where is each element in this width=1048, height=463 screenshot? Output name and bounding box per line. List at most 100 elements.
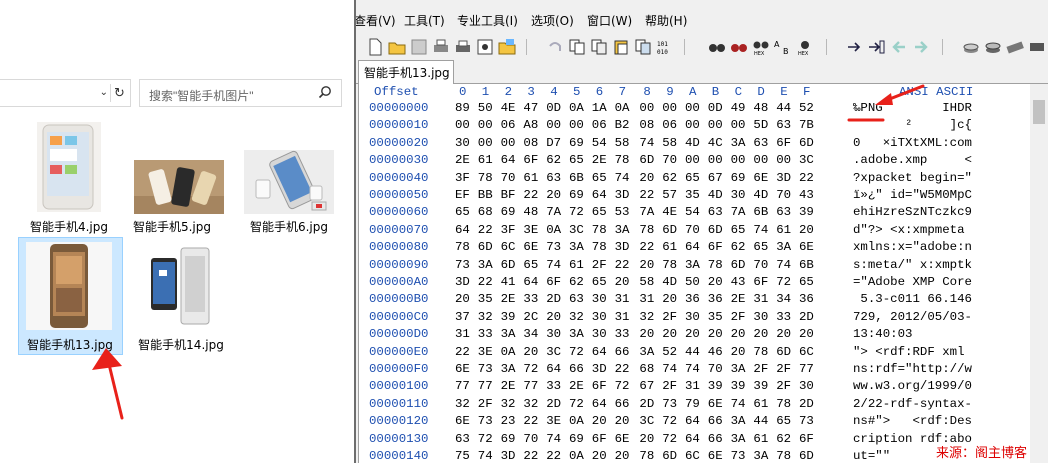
hex-byte[interactable]: 20 xyxy=(685,327,700,341)
hex-byte[interactable]: 22 xyxy=(478,275,493,289)
new-file-icon[interactable] xyxy=(366,38,384,56)
hex-byte[interactable]: 78 xyxy=(776,449,791,463)
hex-byte[interactable]: 58 xyxy=(615,136,630,150)
hex-byte[interactable]: 6D xyxy=(799,449,814,463)
hex-byte[interactable]: 3D xyxy=(776,171,791,185)
hex-byte[interactable]: 20 xyxy=(639,432,654,446)
hex-byte[interactable]: 72 xyxy=(615,379,630,393)
hex-byte[interactable]: 61 xyxy=(523,171,538,185)
hex-byte[interactable]: 74 xyxy=(546,432,561,446)
hex-byte[interactable]: 74 xyxy=(662,362,677,376)
chevron-down-icon[interactable]: ⌄ xyxy=(100,87,108,98)
hex-byte[interactable]: 6D xyxy=(501,258,516,272)
hex-byte[interactable]: 6D xyxy=(662,449,677,463)
hex-byte[interactable]: 78 xyxy=(708,258,723,272)
hex-byte[interactable]: 32 xyxy=(478,310,493,324)
hex-byte[interactable]: 00 xyxy=(776,153,791,167)
hex-byte[interactable]: 36 xyxy=(685,292,700,306)
hex-byte[interactable]: 35 xyxy=(478,292,493,306)
print-preview-icon[interactable] xyxy=(454,38,472,56)
hex-byte[interactable]: 62 xyxy=(546,153,561,167)
hex-byte[interactable]: 3C xyxy=(799,153,814,167)
hex-byte[interactable]: 78 xyxy=(455,240,470,254)
hex-byte[interactable]: EF xyxy=(455,188,470,202)
hex-byte[interactable]: 3A xyxy=(731,136,746,150)
hex-byte[interactable]: 78 xyxy=(639,223,654,237)
hex-byte[interactable]: 39 xyxy=(799,205,814,219)
hex-byte[interactable]: 63 xyxy=(776,118,791,132)
hex-byte[interactable]: 6B xyxy=(569,171,584,185)
hex-byte[interactable]: 00 xyxy=(546,118,561,132)
ascii-text[interactable]: ="Adobe XMP Core xyxy=(853,275,972,289)
hex-byte[interactable]: 54 xyxy=(592,136,607,150)
hex-byte[interactable]: 3A xyxy=(753,449,768,463)
hex-byte[interactable]: 00 xyxy=(708,118,723,132)
hex-byte[interactable]: 72 xyxy=(569,205,584,219)
ascii-text[interactable]: .adobe.xmp < xyxy=(853,153,972,167)
paste-special-icon[interactable] xyxy=(612,38,630,56)
ascii-text[interactable]: ‰PNG IHDR xyxy=(853,101,972,115)
hex-byte[interactable]: 20 xyxy=(615,414,630,428)
hex-byte[interactable]: 2D xyxy=(546,397,561,411)
hex-byte[interactable]: 22 xyxy=(639,240,654,254)
hex-byte[interactable]: 3A xyxy=(478,258,493,272)
hex-byte[interactable]: 32 xyxy=(639,310,654,324)
hex-byte[interactable]: 20 xyxy=(523,345,538,359)
hex-byte[interactable]: 30 xyxy=(546,327,561,341)
hex-byte[interactable]: 78 xyxy=(615,153,630,167)
hex-byte[interactable]: 73 xyxy=(455,258,470,272)
hex-byte[interactable]: 78 xyxy=(753,345,768,359)
hex-byte[interactable]: 6E xyxy=(523,240,538,254)
hex-byte[interactable]: 00 xyxy=(501,136,516,150)
hex-byte[interactable]: 00 xyxy=(685,153,700,167)
hex-byte[interactable]: 33 xyxy=(615,327,630,341)
hex-byte[interactable]: 0D xyxy=(546,101,561,115)
hex-byte[interactable]: 6F xyxy=(592,432,607,446)
hex-byte[interactable]: 4D xyxy=(708,188,723,202)
hex-byte[interactable]: 6D xyxy=(799,136,814,150)
hex-byte[interactable]: 20 xyxy=(615,275,630,289)
hex-byte[interactable]: 77 xyxy=(455,379,470,393)
hex-byte[interactable]: 22 xyxy=(523,414,538,428)
hex-byte[interactable]: 22 xyxy=(639,188,654,202)
hex-byte[interactable]: 73 xyxy=(799,414,814,428)
hex-copy-icon[interactable] xyxy=(634,38,652,56)
hex-byte[interactable]: 63 xyxy=(708,205,723,219)
disk-icon[interactable] xyxy=(962,38,980,56)
hex-byte[interactable]: 20 xyxy=(731,327,746,341)
menu-options[interactable]: 选项(O) xyxy=(531,12,574,29)
hex-byte[interactable]: 3A xyxy=(731,432,746,446)
hex-byte[interactable]: 39 xyxy=(501,310,516,324)
ascii-text[interactable]: 729, 2012/05/03- xyxy=(853,310,972,324)
ascii-text[interactable]: ï»¿" id="W5M0MpC xyxy=(853,188,972,202)
hex-byte[interactable]: 6E xyxy=(455,414,470,428)
vertical-scrollbar[interactable] xyxy=(1030,84,1048,463)
hex-byte[interactable]: 3D xyxy=(501,449,516,463)
hex-byte[interactable]: 73 xyxy=(478,414,493,428)
hex-byte[interactable]: 20 xyxy=(639,171,654,185)
back-icon[interactable] xyxy=(890,38,908,56)
hex-byte[interactable]: 3A xyxy=(501,327,516,341)
hex-byte[interactable]: 5D xyxy=(753,118,768,132)
hex-byte[interactable]: 3A xyxy=(639,345,654,359)
hex-byte[interactable]: 37 xyxy=(455,310,470,324)
ascii-text[interactable]: ns#"> <rdf:Des xyxy=(853,414,972,428)
hex-byte[interactable]: 08 xyxy=(639,118,654,132)
hex-byte[interactable]: 30 xyxy=(592,310,607,324)
extra-icon[interactable] xyxy=(1028,38,1046,56)
hex-byte[interactable]: 7B xyxy=(799,118,814,132)
hex-byte[interactable]: 65 xyxy=(731,223,746,237)
ascii-text[interactable]: s:meta/" x:xmptk xyxy=(853,258,972,272)
menu-tools[interactable]: 工具(T) xyxy=(404,12,445,29)
hex-byte[interactable]: 3D xyxy=(615,188,630,202)
hex-byte[interactable]: 44 xyxy=(685,345,700,359)
hex-byte[interactable]: 65 xyxy=(592,205,607,219)
hex-byte[interactable]: 41 xyxy=(501,275,516,289)
hex-byte[interactable]: 67 xyxy=(708,171,723,185)
paste-icon[interactable] xyxy=(590,38,608,56)
hex-byte[interactable]: 6D xyxy=(478,240,493,254)
hex-byte[interactable]: 00 xyxy=(662,101,677,115)
hex-byte[interactable]: 36 xyxy=(708,292,723,306)
hex-byte[interactable]: 20 xyxy=(592,449,607,463)
hex-byte[interactable]: 67 xyxy=(639,379,654,393)
